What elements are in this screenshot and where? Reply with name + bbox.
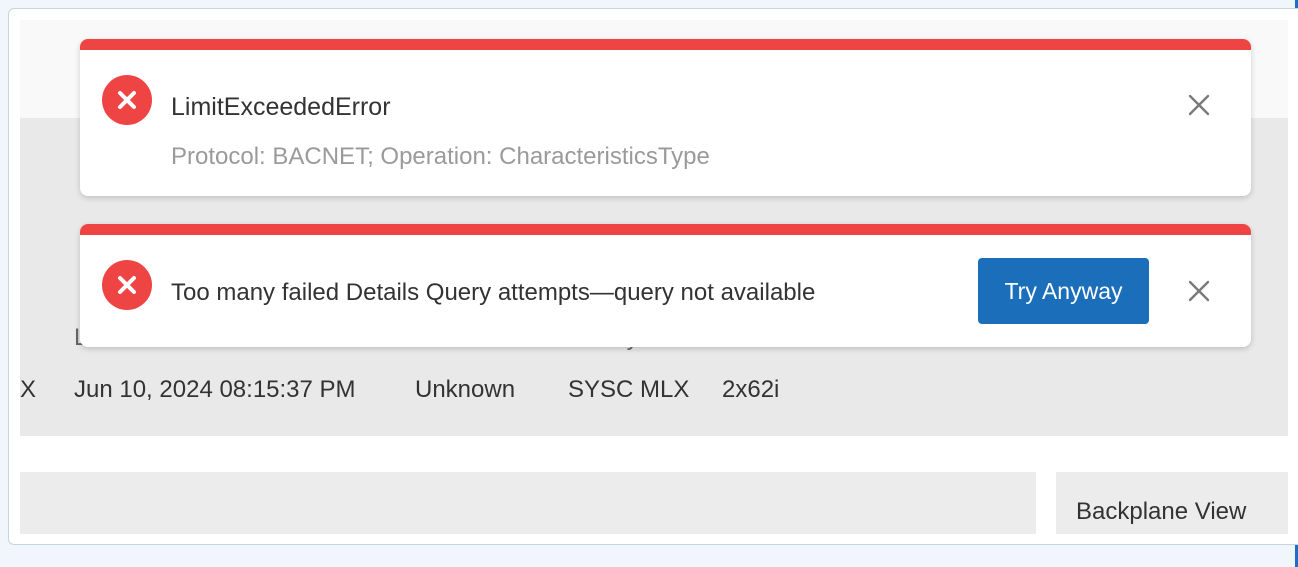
toast-title: LimitExceededError <box>171 93 391 121</box>
close-icon[interactable] <box>1185 277 1213 305</box>
error-toast-query-unavailable: Too many failed Details Query attempts—q… <box>80 224 1251 347</box>
device-view-tab-area <box>20 472 1036 534</box>
error-icon <box>102 75 152 125</box>
toast-detail: Protocol: BACNET; Operation: Characteris… <box>171 143 710 170</box>
row-lead-value: X <box>20 376 37 403</box>
family-value: SYSC MLX <box>568 376 690 403</box>
state-value: Unknown <box>415 376 516 403</box>
error-icon <box>102 260 152 310</box>
error-toast-limit-exceeded: LimitExceededError Protocol: BACNET; Ope… <box>80 39 1251 196</box>
try-anyway-button[interactable]: Try Anyway <box>978 258 1149 324</box>
last-seen-value: Jun 10, 2024 08:15:37 PM <box>74 376 356 403</box>
backplane-view-tab[interactable]: Backplane View <box>1056 472 1288 534</box>
firmware-value: 2x62i <box>722 376 780 403</box>
backplane-view-label: Backplane View <box>1076 498 1247 525</box>
toast-error-bar <box>80 224 1251 235</box>
toast-title: Too many failed Details Query attempts—q… <box>171 279 816 306</box>
section-divider <box>20 436 1288 472</box>
close-icon[interactable] <box>1185 91 1213 119</box>
toast-error-bar <box>80 39 1251 50</box>
